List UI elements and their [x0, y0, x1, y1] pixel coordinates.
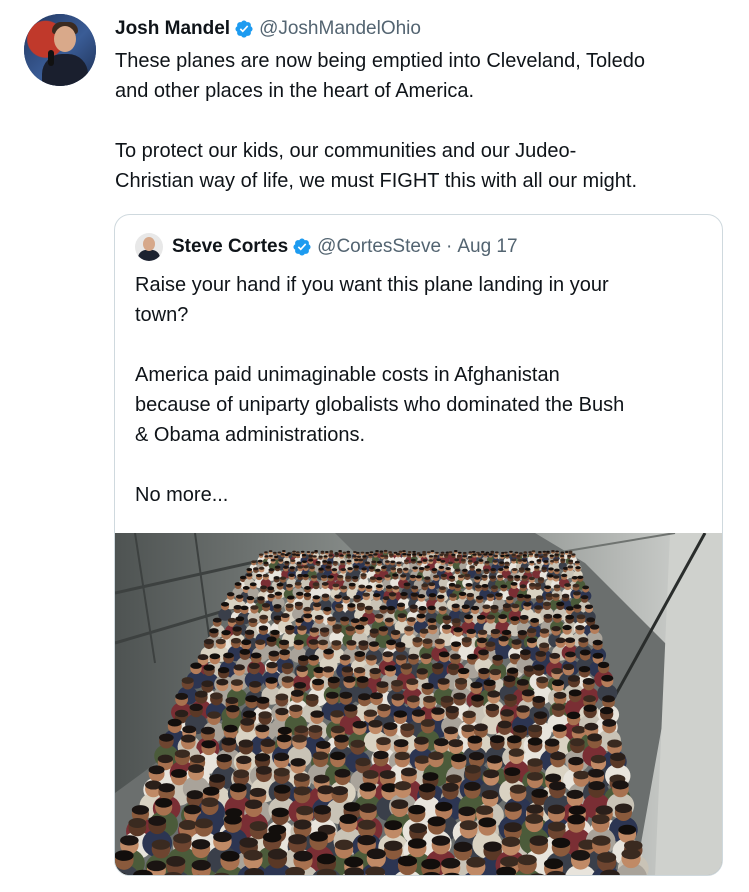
quoted-author-avatar[interactable]: [135, 233, 163, 261]
quoted-tweet-header: Steve Cortes @CortesSteve · Aug 17: [135, 232, 518, 262]
quoted-line: Raise your hand if you want this plane l…: [135, 274, 609, 296]
quoted-line: town?: [135, 304, 189, 326]
crowded-plane-cabin-photo[interactable]: [115, 533, 722, 875]
author-name[interactable]: Josh Mandel: [115, 18, 230, 40]
quoted-author-handle[interactable]: @CortesSteve: [317, 236, 441, 258]
tweet-header: Josh Mandel @JoshMandelOhio: [115, 14, 421, 44]
quoted-author-name[interactable]: Steve Cortes: [172, 236, 288, 258]
quoted-tweet-card[interactable]: Steve Cortes @CortesSteve · Aug 17 Raise…: [114, 214, 723, 876]
quoted-line: & Obama administrations.: [135, 424, 366, 446]
quoted-line-gap: [135, 330, 705, 360]
quoted-tweet-date[interactable]: Aug 17: [457, 236, 517, 258]
verified-badge-icon: [235, 20, 253, 38]
tweet-line: These planes are now being emptied into …: [115, 50, 645, 72]
quoted-line-gap: [135, 450, 705, 480]
photo-illustration: [115, 533, 722, 875]
tweet-line: To protect our kids, our communities and…: [115, 140, 577, 162]
separator-dot: ·: [446, 236, 453, 257]
tweet-line: and other places in the heart of America…: [115, 80, 475, 102]
tweet-body: These planes are now being emptied into …: [115, 46, 725, 196]
quoted-tweet-body: Raise your hand if you want this plane l…: [135, 270, 705, 510]
quoted-line: No more...: [135, 484, 229, 506]
verified-badge-icon: [293, 238, 311, 256]
quoted-line: because of uniparty globalists who domin…: [135, 394, 625, 416]
quoted-line: America paid unimaginable costs in Afgha…: [135, 364, 560, 386]
tweet-line: Christian way of life, we must FIGHT thi…: [115, 170, 638, 192]
author-avatar[interactable]: [24, 14, 96, 86]
author-handle[interactable]: @JoshMandelOhio: [259, 18, 421, 40]
